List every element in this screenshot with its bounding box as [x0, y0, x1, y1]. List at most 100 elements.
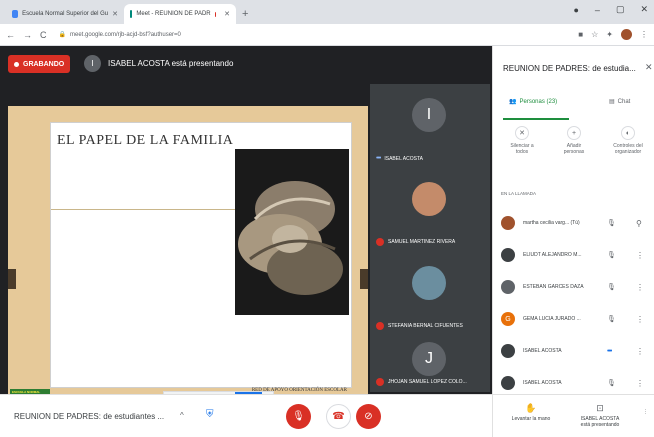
more-options-icon[interactable]: ⋮: [636, 315, 644, 324]
account-circle-icon[interactable]: ●: [573, 5, 578, 15]
list-item[interactable]: ESTEBAN GARCES DAZA 🎙 ⋮: [493, 276, 654, 298]
profile-avatar[interactable]: [621, 29, 632, 40]
reload-button[interactable]: C: [40, 30, 47, 40]
lock-icon: 🔒: [58, 32, 66, 38]
in-call-section-label: EN LA LLAMADA: [501, 191, 537, 196]
avatar: [501, 280, 515, 294]
more-options-icon[interactable]: ⋮: [636, 251, 644, 260]
tab-label: Meet - REUNION DE PADR: [136, 11, 211, 17]
slide-divider: [51, 209, 243, 210]
list-item[interactable]: G GEMA LUCIA JURADO ... 🎙 ⋮: [493, 308, 654, 330]
tab-people-label: Personas (23): [519, 98, 558, 105]
panel-bottom-bar: ✋ Levantar la mano ⊡ ISABEL ACOSTA está …: [493, 394, 654, 437]
close-panel-button[interactable]: ✕: [645, 62, 653, 73]
videocam-off-icon: ⊘: [364, 411, 373, 422]
raise-hand-button[interactable]: ✋ Levantar la mano: [503, 403, 559, 422]
forward-button[interactable]: →: [23, 30, 32, 40]
more-options-icon[interactable]: ⋮: [636, 347, 644, 356]
browser-tab-meet[interactable]: Meet - REUNION DE PADR ✕: [124, 4, 236, 24]
browser-tab-school[interactable]: Escuela Normal Superior del Gu ✕: [6, 4, 124, 24]
more-options-icon[interactable]: ⋮: [636, 379, 644, 388]
avatar: [501, 344, 515, 358]
list-item[interactable]: ELIUDT ALEJANDRO M... 🎙 ⋮: [493, 244, 654, 266]
mic-toggle-button[interactable]: 🎙: [286, 404, 311, 429]
mic-off-icon: 🎙: [607, 284, 616, 291]
camera-toggle-button[interactable]: ⊘: [356, 404, 381, 429]
panel-title: REUNION DE PADRES: de estudia...: [503, 64, 636, 73]
tile-name-row: ••• ISABEL ACOSTA: [376, 155, 423, 162]
avatar: [412, 182, 446, 216]
more-options-icon[interactable]: ⋮: [643, 409, 648, 415]
hang-up-button[interactable]: ☎: [326, 404, 351, 429]
tab-chat-label: Chat: [617, 98, 631, 105]
participant-tile[interactable]: I ••• ISABEL ACOSTA: [370, 84, 490, 168]
recording-label: GRABANDO: [23, 60, 65, 68]
meet-stage: GRABANDO I ISABEL ACOSTA está presentand…: [0, 46, 492, 418]
avatar: I: [412, 98, 446, 132]
list-item[interactable]: ISABEL ACOSTA 🎙 ⋮: [493, 372, 654, 394]
mic-off-icon: 🎙: [607, 252, 616, 259]
people-icon: 👥: [509, 99, 517, 105]
participant-tile[interactable]: SAMUEL MARTINEZ RIVERA: [370, 168, 490, 252]
action-label: organizador: [614, 149, 642, 155]
address-bar-icons: ■ ☆ ✦ ⋮: [578, 29, 648, 40]
camera-icon[interactable]: ■: [578, 30, 583, 39]
list-item[interactable]: martha cecilia varg... (Tú) 🎙 ⚲: [493, 212, 654, 234]
recording-indicator-icon: [214, 11, 217, 17]
meeting-name: REUNION DE PADRES: de estudiantes ...: [14, 412, 165, 421]
tab-chat[interactable]: ▤ Chat: [609, 98, 631, 106]
chevron-up-icon[interactable]: ^: [180, 411, 184, 420]
mic-off-icon: [376, 322, 384, 330]
list-item[interactable]: ISABEL ACOSTA ••• ⋮: [493, 340, 654, 362]
action-label: personas: [563, 149, 585, 155]
add-people-button[interactable]: + Añadir personas: [549, 126, 599, 155]
presenting-text: ISABEL ACOSTA está presentando: [108, 59, 234, 68]
person-add-icon: +: [567, 126, 581, 140]
participant-name: GEMA LUCIA JURADO ...: [523, 316, 581, 322]
pin-icon[interactable]: ⚲: [636, 219, 642, 228]
shield-icon[interactable]: ⛨: [206, 409, 214, 420]
participant-tile[interactable]: STEFANIA BERNAL CIFUENTES: [370, 252, 490, 336]
minimize-button[interactable]: –: [595, 5, 600, 15]
slide-caption: RED DE APOYO ORIENTACIÓN ESCOLAR: [251, 388, 347, 393]
toggle-icon: ◐: [621, 126, 635, 140]
url-field[interactable]: 🔒 meet.google.com/rjb-acjd-bsf?authuser=…: [55, 27, 571, 43]
hands-photo: [235, 149, 349, 315]
presentation-slide: EL PAPEL DE LA FAMILIA Esta página está …: [8, 106, 368, 418]
browser-tab-bar: Escuela Normal Superior del Gu ✕ Meet - …: [0, 0, 654, 24]
menu-icon[interactable]: ⋮: [640, 30, 648, 39]
mute-all-button[interactable]: ✕ Silenciar a todos: [497, 126, 547, 155]
presenting-button[interactable]: ⊡ ISABEL ACOSTA está presentando: [567, 403, 633, 428]
more-options-icon[interactable]: ⋮: [636, 283, 644, 292]
maximize-button[interactable]: ▢: [616, 4, 625, 15]
address-bar: ← → C 🔒 meet.google.com/rjb-acjd-bsf?aut…: [0, 24, 654, 46]
star-icon[interactable]: ☆: [591, 30, 598, 39]
extension-icon[interactable]: ✦: [606, 30, 613, 39]
tile-name: STEFANIA BERNAL CIFUENTES: [388, 323, 463, 329]
slide-title: EL PAPEL DE LA FAMILIA: [57, 133, 234, 148]
new-tab-plus-icon[interactable]: +: [242, 8, 248, 20]
mic-off-icon: 🎙: [607, 380, 616, 387]
back-button[interactable]: ←: [6, 30, 15, 40]
slide-left-bar: [8, 269, 16, 289]
mic-off-icon: 🎙: [292, 411, 305, 422]
avatar: [501, 376, 515, 390]
host-actions: ✕ Silenciar a todos + Añadir personas ◐ …: [493, 126, 654, 170]
record-dot-icon: [14, 61, 19, 67]
school-favicon-icon: [12, 10, 19, 18]
participant-name: ISABEL ACOSTA: [523, 348, 562, 354]
participant-name: ESTEBAN GARCES DAZA: [523, 284, 584, 290]
tab-people[interactable]: 👥 Personas (23): [509, 98, 558, 106]
tile-name: ISABEL ACOSTA: [384, 155, 423, 162]
meet-bottom-bar: REUNION DE PADRES: de estudiantes ... ^ …: [0, 394, 492, 437]
tile-name-row: STEFANIA BERNAL CIFUENTES: [376, 322, 463, 330]
participant-tile[interactable]: J JHOJAN SAMUEL LOPEZ COLO...: [370, 336, 490, 392]
close-window-button[interactable]: ✕: [640, 4, 648, 15]
close-tab-icon[interactable]: ✕: [112, 10, 118, 18]
mic-off-icon: 🎙: [607, 316, 616, 323]
avatar: G: [501, 312, 515, 326]
close-tab-icon[interactable]: ✕: [224, 10, 230, 18]
action-label: todos: [515, 149, 529, 155]
avatar: [501, 216, 515, 230]
host-controls-button[interactable]: ◐ Controles del organizador: [603, 126, 653, 155]
